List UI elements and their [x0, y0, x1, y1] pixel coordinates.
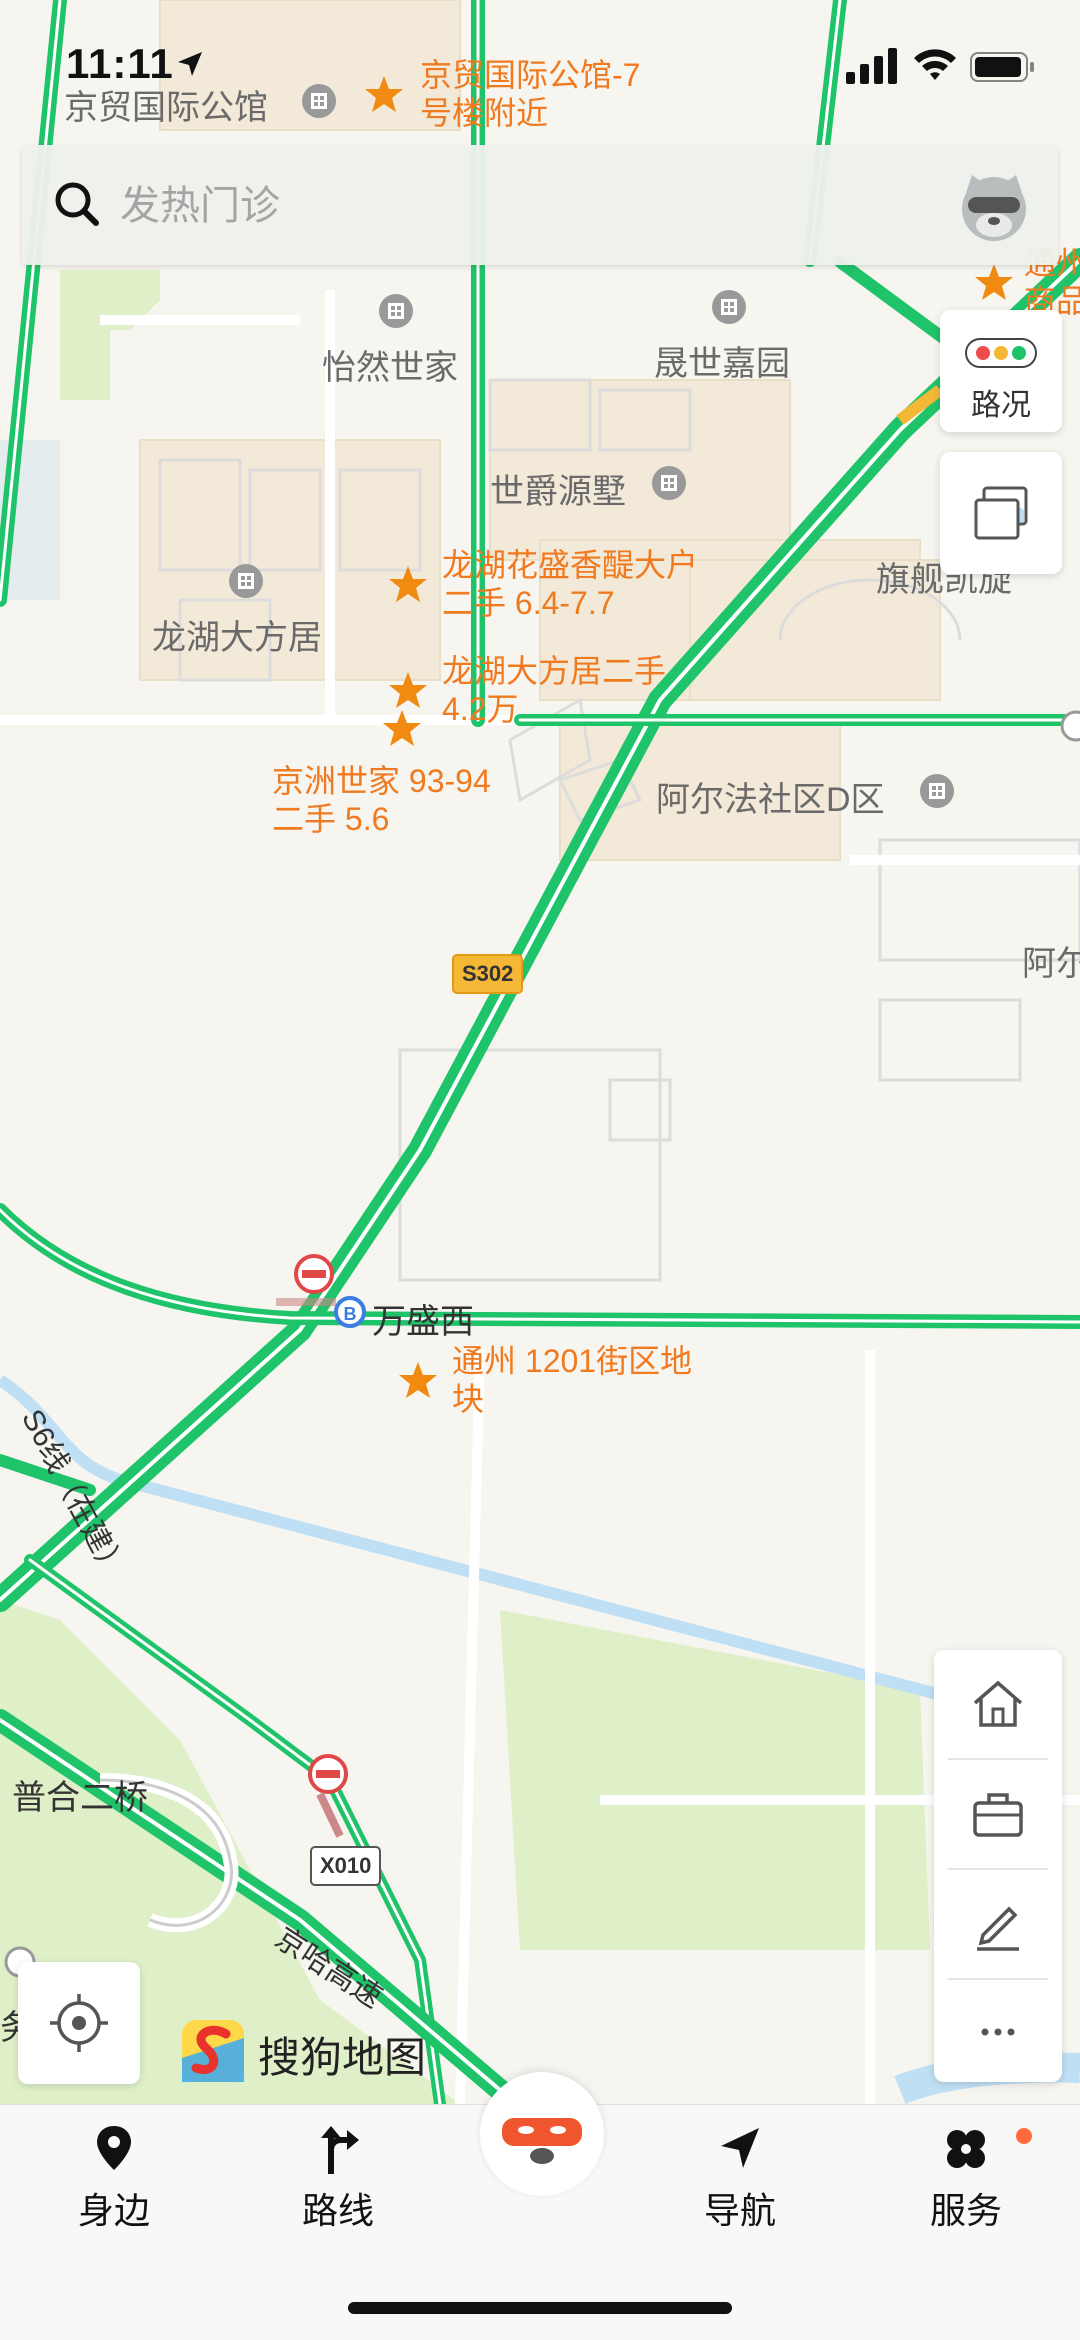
map-label-aerfa-d[interactable]: 阿尔法社区D区 [656, 772, 885, 821]
tab-navigate[interactable]: 导航 [660, 2122, 820, 2234]
svg-text:B: B [344, 1304, 357, 1324]
quick-access-panel [934, 1650, 1062, 2082]
star-pin-icon[interactable] [974, 262, 1014, 302]
services-clover-icon [947, 2130, 985, 2168]
home-shortcut-button[interactable] [934, 1650, 1062, 1758]
location-arrow-icon [178, 52, 202, 76]
building-icon [652, 466, 686, 500]
my-location-button[interactable] [18, 1962, 140, 2084]
map-layers-button[interactable] [940, 452, 1062, 574]
search-icon [55, 182, 99, 226]
home-icon [973, 1680, 1023, 1727]
traffic-light-icon [965, 338, 1037, 368]
station-label-wanshengxi[interactable]: 万盛西 [372, 1294, 474, 1343]
edit-shortcut-button[interactable] [934, 1870, 1062, 1978]
voice-assistant-mascot-icon[interactable] [952, 163, 1036, 247]
pin-label[interactable]: 龙湖大方居二手 4.2万 [442, 652, 666, 728]
route-turn-icon [321, 2126, 359, 2174]
briefcase-icon [973, 1793, 1023, 1837]
map-label-longhu[interactable]: 龙湖大方居 [152, 610, 322, 659]
building-icon [920, 774, 954, 808]
location-pin-icon [97, 2126, 131, 2170]
locate-crosshair-icon [50, 1994, 108, 2052]
star-pin-icon[interactable] [388, 670, 428, 710]
tab-route-label: 路线 [301, 2190, 374, 2231]
map-label-shijue[interactable]: 世爵源墅 [490, 464, 626, 513]
sogou-mascot-icon [502, 2098, 582, 2178]
star-pin-icon[interactable] [382, 708, 422, 748]
more-options-button[interactable] [934, 1978, 1062, 2086]
map-label-aerfa-edge[interactable]: 阿尔 [1022, 936, 1080, 985]
search-input[interactable] [118, 173, 902, 239]
map-canvas[interactable]: B [0, 0, 1080, 2339]
tab-navigate-label: 导航 [703, 2190, 776, 2231]
more-icon [981, 2028, 1015, 2036]
building-icon [712, 290, 746, 324]
search-bar[interactable] [22, 145, 1058, 265]
wifi-icon [914, 49, 956, 80]
road-shield-x010: X010 [310, 1846, 382, 1886]
building-icon [229, 564, 263, 598]
pin-label[interactable]: 通州 1201街区地 块 [452, 1342, 692, 1418]
pin-label[interactable]: 龙湖花盛香醍大户 二手 6.4-7.7 [442, 546, 698, 622]
map-label-shengshi[interactable]: 晟世嘉园 [654, 336, 790, 385]
map-label-yiran[interactable]: 怡然世家 [322, 340, 458, 389]
center-mascot-button[interactable] [480, 2072, 604, 2196]
traffic-toggle-button[interactable]: 路况 [940, 310, 1062, 432]
tab-route[interactable]: 路线 [258, 2122, 418, 2234]
road-shield-s302: S302 [452, 954, 524, 994]
layers-icon [974, 486, 1028, 540]
cellular-signal-icon [846, 48, 897, 84]
tab-nearby-label: 身边 [77, 2190, 150, 2231]
pin-label[interactable]: 京洲世家 93-94 二手 5.6 [272, 762, 491, 838]
pencil-icon [977, 1906, 1019, 1951]
star-pin-icon[interactable] [398, 1360, 438, 1400]
traffic-label: 路况 [971, 389, 1031, 422]
star-pin-icon[interactable] [388, 564, 428, 604]
pin-label[interactable]: 京贸国际公馆-7 号楼附近 [420, 56, 640, 132]
tab-service-label: 服务 [929, 2190, 1002, 2231]
sogou-logo-icon [182, 2020, 244, 2082]
home-indicator[interactable] [348, 2302, 732, 2314]
subway-station-icon: B [334, 1296, 366, 1328]
work-shortcut-button[interactable] [934, 1760, 1062, 1868]
status-time: 11:11 [66, 40, 174, 87]
battery-icon [970, 52, 1034, 82]
brand-name: 搜狗地图 [258, 2034, 427, 2081]
tab-nearby[interactable]: 身边 [34, 2122, 194, 2234]
building-icon [379, 294, 413, 328]
star-pin-icon[interactable] [364, 74, 404, 114]
navigation-arrow-icon [721, 2128, 759, 2168]
building-icon [302, 84, 336, 118]
place-label-puhe[interactable]: 普合二桥 [12, 1770, 148, 1819]
notification-dot [1016, 2128, 1032, 2144]
